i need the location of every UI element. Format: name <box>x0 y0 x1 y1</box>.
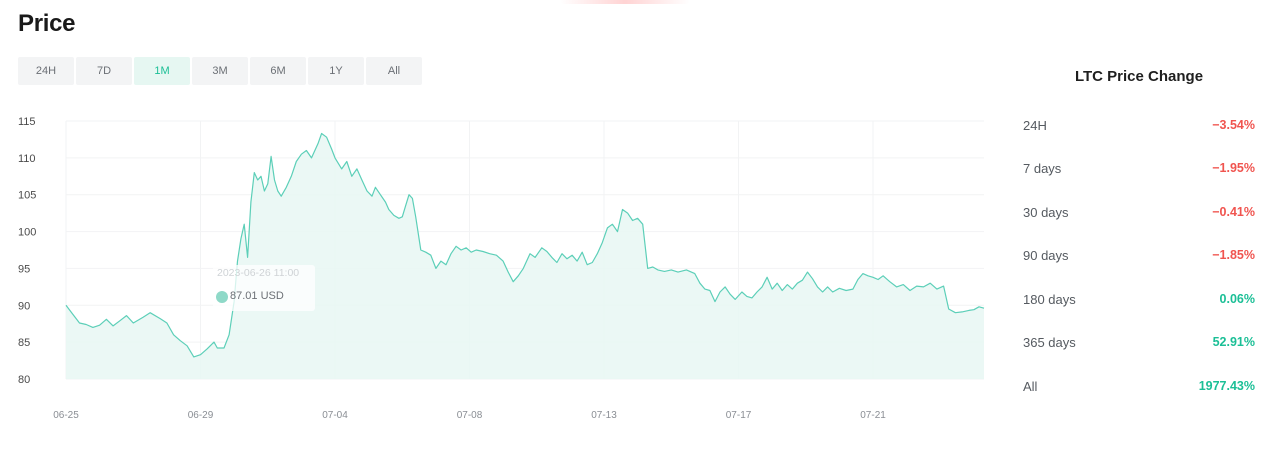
change-period: 7 days <box>1023 161 1062 176</box>
x-axis-ticks: 06-25 06-29 07-04 07-08 07-13 07-17 07-21 <box>53 410 886 421</box>
price-change-title: LTC Price Change <box>1074 68 1204 85</box>
tab-6m[interactable]: 6M <box>250 57 306 85</box>
change-period: 365 days <box>1023 335 1076 350</box>
hover-tooltip: 2023-06-26 11:00 87.01 USD <box>213 265 315 311</box>
x-tick-label: 07-21 <box>860 410 886 421</box>
x-tick-label: 06-25 <box>53 410 79 421</box>
change-value: 52.91% <box>1212 335 1255 349</box>
change-value: −1.85% <box>1212 248 1255 262</box>
y-axis-ticks: 115 110 105 100 95 90 85 80 <box>18 116 36 386</box>
tab-1y[interactable]: 1Y <box>308 57 364 85</box>
change-value: −3.54% <box>1212 118 1255 132</box>
x-tick-label: 07-13 <box>591 410 617 421</box>
top-accent-glow <box>560 0 690 4</box>
y-tick-label: 105 <box>18 190 36 202</box>
y-tick-label: 90 <box>18 300 30 312</box>
change-value: −0.41% <box>1212 205 1255 219</box>
change-row-all: All 1977.43% <box>1011 379 1267 399</box>
x-tick-label: 07-08 <box>457 410 483 421</box>
y-tick-label: 100 <box>18 227 36 239</box>
y-tick-label: 95 <box>18 263 30 275</box>
time-range-tabs: 24H 7D 1M 3M 6M 1Y All <box>18 57 422 85</box>
tab-all[interactable]: All <box>366 57 422 85</box>
change-period: All <box>1023 379 1038 394</box>
page-title: Price <box>18 10 76 37</box>
change-period: 90 days <box>1023 248 1069 263</box>
x-tick-label: 07-04 <box>322 410 348 421</box>
y-tick-label: 115 <box>18 116 36 128</box>
change-value: 1977.43% <box>1198 379 1255 393</box>
change-row-365d: 365 days 52.91% <box>1011 335 1267 355</box>
tab-3m[interactable]: 3M <box>192 57 248 85</box>
change-value: 0.06% <box>1219 292 1255 306</box>
change-row-180d: 180 days 0.06% <box>1011 292 1267 312</box>
change-period: 180 days <box>1023 292 1076 307</box>
change-row-30d: 30 days −0.41% <box>1011 205 1267 225</box>
change-period: 24H <box>1023 118 1047 133</box>
change-row-90d: 90 days −1.85% <box>1011 248 1267 268</box>
x-tick-label: 06-29 <box>188 410 214 421</box>
y-tick-label: 80 <box>18 374 30 386</box>
tooltip-time: 2023-06-26 11:00 <box>217 267 300 279</box>
tooltip-marker-dot <box>216 291 228 303</box>
change-value: −1.95% <box>1212 161 1255 175</box>
tab-7d[interactable]: 7D <box>76 57 132 85</box>
y-tick-label: 85 <box>18 337 30 349</box>
change-row-7d: 7 days −1.95% <box>1011 161 1267 181</box>
y-tick-label: 110 <box>18 153 36 165</box>
x-tick-label: 07-17 <box>726 410 752 421</box>
tooltip-value: 87.01 USD <box>230 290 284 302</box>
tab-1m[interactable]: 1M <box>134 57 190 85</box>
change-period: 30 days <box>1023 205 1069 220</box>
tab-24h[interactable]: 24H <box>18 57 74 85</box>
price-chart[interactable]: 115 110 105 100 95 90 85 80 06-25 06-29 07-04 07-0… <box>0 100 1000 430</box>
change-row-24h: 24H −3.54% <box>1011 118 1267 138</box>
